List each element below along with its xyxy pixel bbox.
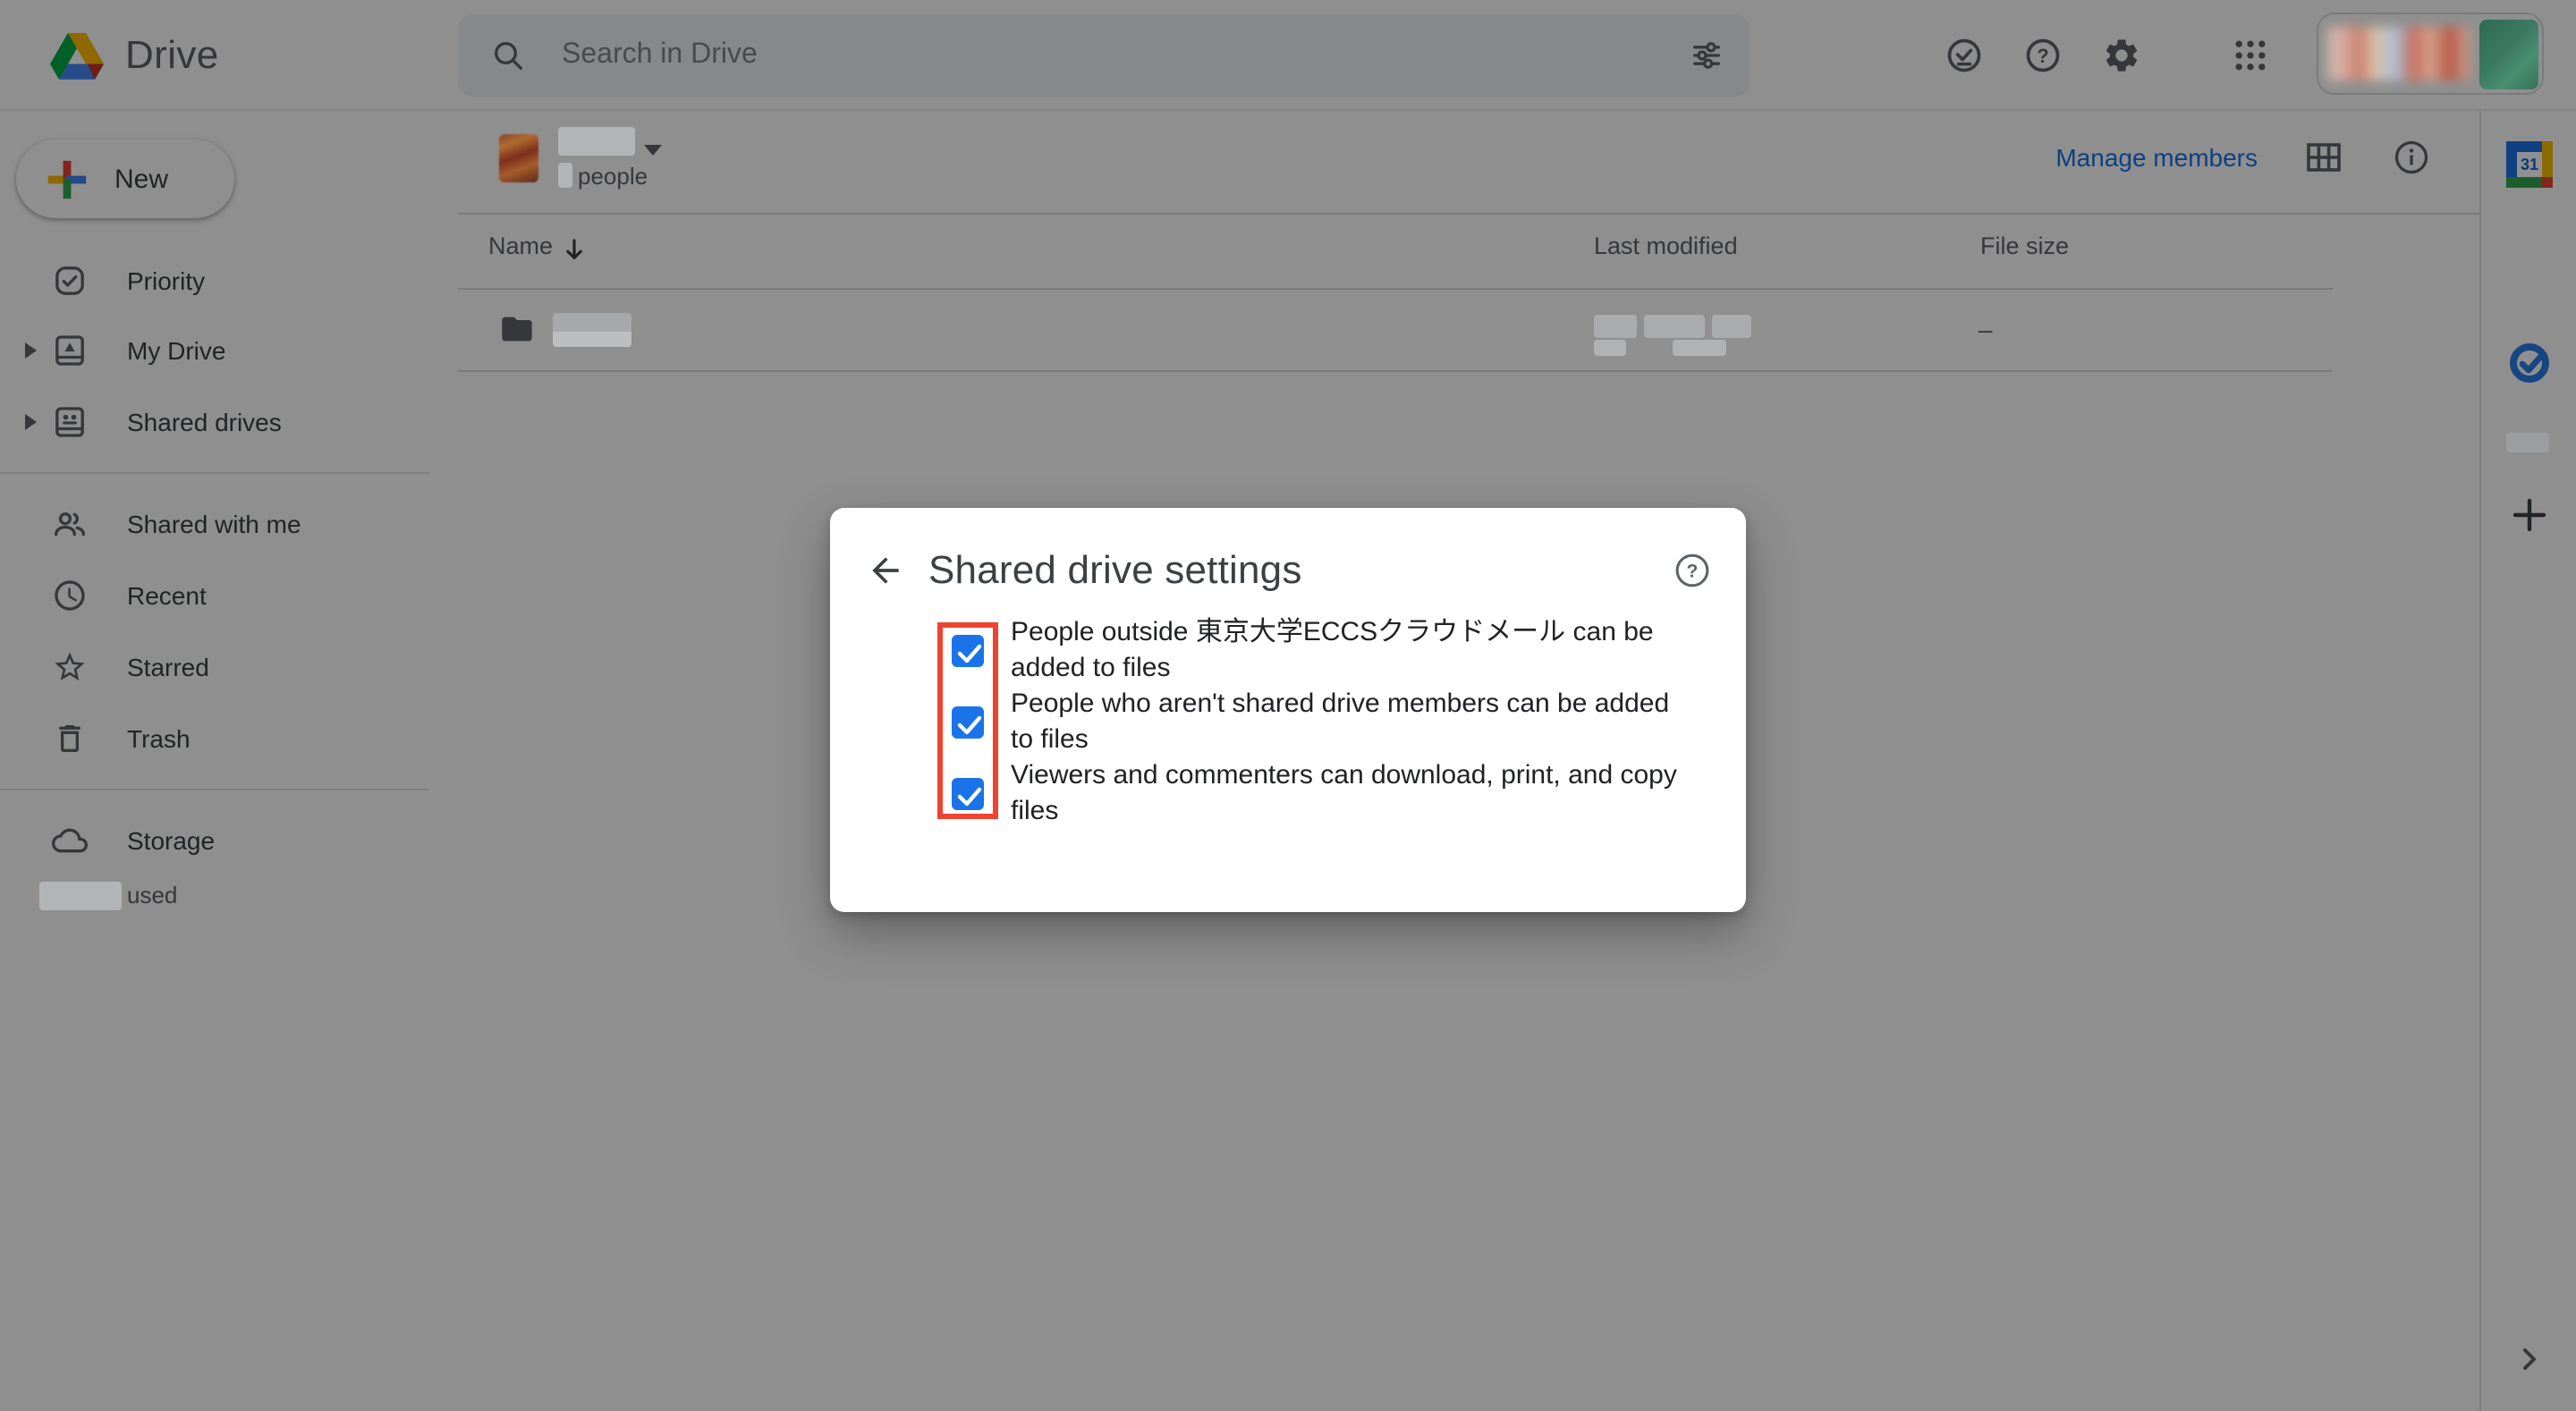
option-label: People who aren't shared drive members c… <box>1011 687 1680 758</box>
account-avatar-redacted <box>2479 20 2538 89</box>
last-modified-redacted <box>1594 315 1637 338</box>
checkbox-external-people[interactable] <box>952 635 984 667</box>
option-label: People outside 東京大学ECCSクラウドメール can be ad… <box>1011 615 1680 687</box>
dialog-title: Shared drive settings <box>928 547 1302 594</box>
option-external-people: People outside 東京大学ECCSクラウドメール can be ad… <box>952 615 1680 687</box>
last-modified-redacted <box>1712 315 1751 338</box>
storage-used-redacted <box>39 882 122 910</box>
svg-text:?: ? <box>1687 562 1699 582</box>
option-label: Viewers and commenters can download, pri… <box>1011 758 1680 830</box>
account-email-redacted <box>2327 27 2470 80</box>
last-modified-redacted <box>1644 315 1705 338</box>
settings-options: People outside 東京大学ECCSクラウドメール can be ad… <box>952 615 1680 830</box>
drive-theme-thumbnail <box>499 134 538 182</box>
row-name-redacted <box>553 313 631 347</box>
checkbox-non-members[interactable] <box>952 706 984 739</box>
shared-drive-settings-dialog: Shared drive settings ? People outside 東… <box>830 508 1746 912</box>
option-non-members: People who aren't shared drive members c… <box>952 687 1680 758</box>
drive-name-redacted <box>558 127 635 156</box>
dialog-help-icon[interactable]: ? <box>1673 551 1712 590</box>
last-modified-redacted <box>1673 340 1726 356</box>
last-modified-redacted <box>1594 340 1626 356</box>
checkbox-viewers-download[interactable] <box>952 778 984 810</box>
rail-addon-redacted <box>2506 433 2549 452</box>
people-count-redacted <box>558 163 572 188</box>
google-drive-app: Drive ? <box>0 0 2576 1411</box>
back-arrow-icon[interactable] <box>866 551 905 590</box>
option-viewers-download: Viewers and commenters can download, pri… <box>952 758 1680 830</box>
